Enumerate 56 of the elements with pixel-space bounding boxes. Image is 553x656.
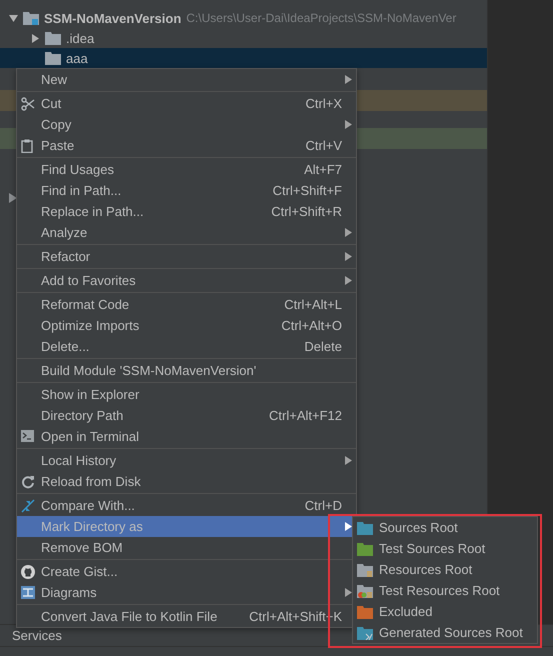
menu-item[interactable]: Remove BOM [17,537,356,558]
menu-item[interactable]: Local History [17,450,356,471]
expand-arrow-icon[interactable] [9,193,17,203]
github-icon [21,565,35,579]
clipboard-icon [21,139,33,153]
folder-icon [357,520,373,534]
folder-icon [357,584,373,598]
tree-node-label: aaa [66,50,88,66]
menu-item[interactable]: Cut Ctrl+X [17,93,356,114]
collapse-arrow-icon[interactable] [8,14,18,22]
diagram-icon [21,586,35,599]
menu-item[interactable]: Find in Path... Ctrl+Shift+F [17,180,356,201]
menu-item[interactable]: Open in Terminal [17,426,356,447]
menu-item[interactable]: Replace in Path... Ctrl+Shift+R [17,201,356,222]
menu-item[interactable]: Directory Path Ctrl+Alt+F12 [17,405,356,426]
folder-icon [45,31,61,45]
project-path: C:\Users\User-Dai\IdeaProjects\SSM-NoMavenVer [186,11,456,25]
menu-item[interactable]: Find Usages Alt+F7 [17,159,356,180]
menu-item[interactable]: Refactor [17,246,356,267]
menu-item[interactable]: Delete... Delete [17,336,356,357]
tool-window-title[interactable]: Services [12,628,62,643]
tree-node-label: .idea [66,30,94,46]
tree-row[interactable]: SSM-NoMavenVersion C:\Users\User-Dai\IdeaProjects\SSM-NoMavenVer [0,8,487,28]
menu-item[interactable]: Show in Explorer [17,384,356,405]
folder-icon [357,562,373,576]
menu-item[interactable]: Paste Ctrl+V [17,135,356,156]
menu-item[interactable]: Diagrams [17,582,356,603]
terminal-icon [21,430,34,442]
folder-icon [357,542,373,556]
menu-item[interactable]: Create Gist... [17,561,356,582]
menu-item[interactable]: Optimize Imports Ctrl+Alt+O [17,315,356,336]
menu-item[interactable]: Resources Root [353,559,537,580]
menu-item[interactable]: Sources Root [353,517,537,538]
menu-item[interactable]: Test Resources Root [353,580,537,601]
menu-item[interactable]: Generated Sources Root [353,622,537,643]
reload-icon [21,475,35,489]
folder-icon [357,626,373,640]
menu-item[interactable]: Copy [17,114,356,135]
folder-icon [45,51,61,65]
compare-icon [21,499,35,513]
folder-icon [23,11,39,25]
tree-row[interactable]: .idea [0,28,487,48]
menu-item[interactable]: Excluded [353,601,537,622]
scissors-icon [21,97,35,111]
menu-item[interactable]: Test Sources Root [353,538,537,559]
menu-item[interactable]: Reload from Disk [17,471,356,492]
folder-icon [357,604,373,618]
tree-node-label: SSM-NoMavenVersion [44,10,182,26]
menu-item[interactable]: Add to Favorites [17,270,356,291]
menu-item[interactable]: Compare With... Ctrl+D [17,495,356,516]
menu-item[interactable]: Build Module 'SSM-NoMavenVersion' [17,360,356,381]
expand-arrow-icon[interactable] [30,34,40,42]
menu-item[interactable]: Analyze [17,222,356,243]
menu-item[interactable]: New [17,69,356,90]
menu-item[interactable]: Reformat Code Ctrl+Alt+L [17,294,356,315]
tree-row[interactable]: aaa [0,48,487,68]
